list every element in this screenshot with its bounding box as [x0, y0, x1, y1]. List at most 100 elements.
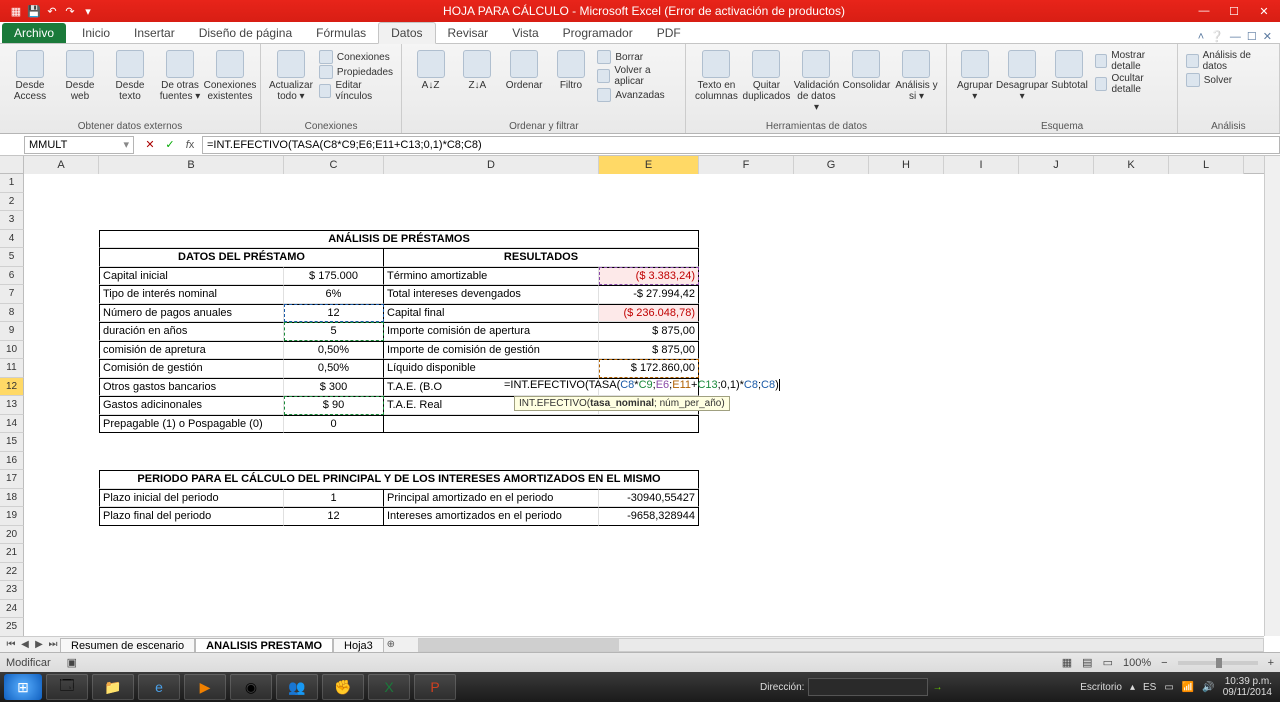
redo-icon[interactable]: ↷ — [62, 3, 78, 19]
ribbon-small-button[interactable]: Ocultar detalle — [1095, 73, 1169, 95]
cell[interactable]: Comisión de gestión — [99, 359, 284, 378]
sheet-tab[interactable]: Resumen de escenario — [60, 638, 195, 653]
cell[interactable]: 12 — [284, 304, 384, 323]
ribbon-button[interactable]: Consolidar — [844, 46, 888, 91]
cell[interactable]: Término amortizable — [384, 267, 599, 286]
zoom-in-icon[interactable]: + — [1268, 657, 1274, 669]
cell[interactable]: 5 — [284, 322, 384, 341]
col-header-F[interactable]: F — [699, 156, 794, 174]
undo-icon[interactable]: ↶ — [44, 3, 60, 19]
cell[interactable]: 6% — [284, 285, 384, 304]
ribbon-button[interactable]: Actualizar todo ▾ — [269, 46, 313, 102]
tab-datos[interactable]: Datos — [378, 22, 435, 44]
ribbon-button[interactable]: Desagrupar ▾ — [1000, 46, 1044, 102]
maximize-button[interactable]: ☐ — [1222, 5, 1246, 18]
row-header-8[interactable]: 8 — [0, 304, 24, 323]
row-header-12[interactable]: 12 — [0, 378, 24, 397]
cell[interactable]: Importe de comisión de gestión — [384, 341, 599, 360]
row-header-5[interactable]: 5 — [0, 248, 24, 267]
file-tab[interactable]: Archivo — [2, 23, 66, 43]
row-header-1[interactable]: 1 — [0, 174, 24, 193]
direction-go-icon[interactable]: → — [932, 682, 942, 693]
cell[interactable]: Gastos adicinonales — [99, 396, 284, 415]
window-restore-icon[interactable]: ☐ — [1247, 30, 1257, 43]
taskbar-chrome[interactable]: ◉ — [230, 674, 272, 700]
row-header-20[interactable]: 20 — [0, 526, 24, 545]
name-box[interactable]: MMULT ▾ — [24, 136, 134, 154]
cell[interactable]: ANÁLISIS DE PRÉSTAMOS — [99, 230, 699, 249]
cell[interactable]: RESULTADOS — [384, 248, 699, 267]
close-button[interactable]: ✕ — [1252, 5, 1276, 18]
ribbon-small-button[interactable]: Conexiones — [319, 50, 393, 64]
col-header-B[interactable]: B — [99, 156, 284, 174]
start-button[interactable]: ⊞ — [4, 674, 42, 700]
sheet-nav-next-icon[interactable]: ▶ — [32, 639, 46, 650]
taskbar-excel[interactable]: X — [368, 674, 410, 700]
ribbon-button[interactable]: Quitar duplicados — [744, 46, 788, 102]
row-header-14[interactable]: 14 — [0, 415, 24, 434]
new-sheet-icon[interactable]: ⊕ — [384, 639, 398, 650]
cell[interactable]: $ 300 — [284, 378, 384, 397]
cell[interactable]: Líquido disponible — [384, 359, 599, 378]
taskbar-app-7[interactable]: ✊ — [322, 674, 364, 700]
tray-expand-icon[interactable]: ▴ — [1130, 682, 1135, 693]
col-header-L[interactable]: L — [1169, 156, 1244, 174]
ribbon-button[interactable]: Análisis y si ▾ — [894, 46, 938, 102]
row-header-22[interactable]: 22 — [0, 563, 24, 582]
row-header-25[interactable]: 25 — [0, 618, 24, 637]
horizontal-scrollbar[interactable] — [418, 638, 1264, 652]
col-header-G[interactable]: G — [794, 156, 869, 174]
row-header-10[interactable]: 10 — [0, 341, 24, 360]
cell[interactable]: ($ 3.383,24) — [599, 267, 699, 286]
cell[interactable]: Capital final — [384, 304, 599, 323]
cell[interactable]: Capital inicial — [99, 267, 284, 286]
row-header-6[interactable]: 6 — [0, 267, 24, 286]
cell[interactable]: $ 875,00 — [599, 322, 699, 341]
row-header-2[interactable]: 2 — [0, 193, 24, 212]
cell[interactable]: -$ 27.994,42 — [599, 285, 699, 304]
tab-revisar[interactable]: Revisar — [436, 23, 501, 43]
ribbon-button[interactable]: Ordenar — [504, 46, 545, 91]
ribbon-small-button[interactable]: Propiedades — [319, 65, 393, 79]
row-header-4[interactable]: 4 — [0, 230, 24, 249]
cell[interactable]: duración en años — [99, 322, 284, 341]
inline-formula[interactable]: =INT.EFECTIVO(TASA(C8*C9;E6;E11+C13;0,1)… — [504, 379, 780, 391]
minimize-button[interactable]: — — [1192, 5, 1216, 18]
spreadsheet-grid[interactable]: ABCDEFGHIJKL 123456789101112131415161718… — [0, 156, 1280, 652]
ribbon-small-button[interactable]: Avanzadas — [597, 88, 677, 102]
cell[interactable]: comisión de apretura — [99, 341, 284, 360]
cell[interactable]: 0 — [284, 415, 384, 434]
ribbon-button[interactable]: Conexiones existentes — [208, 46, 252, 102]
cell[interactable]: Plazo final del periodo — [99, 507, 284, 526]
tab-diseño-de-página[interactable]: Diseño de página — [187, 23, 304, 43]
ribbon-button[interactable]: Z↓A — [457, 46, 498, 91]
ribbon-small-button[interactable]: Volver a aplicar — [597, 65, 677, 87]
taskbar-app-1[interactable]: 🗔 — [46, 674, 88, 700]
col-header-D[interactable]: D — [384, 156, 599, 174]
tab-vista[interactable]: Vista — [500, 23, 550, 43]
taskbar-wmp[interactable]: ▶ — [184, 674, 226, 700]
cell[interactable]: 1 — [284, 489, 384, 508]
tab-programador[interactable]: Programador — [551, 23, 645, 43]
ribbon-small-button[interactable]: Análisis de datos — [1186, 50, 1271, 72]
col-header-C[interactable]: C — [284, 156, 384, 174]
row-header-11[interactable]: 11 — [0, 359, 24, 378]
row-header-3[interactable]: 3 — [0, 211, 24, 230]
tray-clock[interactable]: 10:39 p.m. 09/11/2014 — [1223, 676, 1276, 698]
tab-pdf[interactable]: PDF — [645, 23, 693, 43]
cell[interactable]: $ 175.000 — [284, 267, 384, 286]
row-header-17[interactable]: 17 — [0, 470, 24, 489]
row-header-16[interactable]: 16 — [0, 452, 24, 471]
row-header-18[interactable]: 18 — [0, 489, 24, 508]
window-min-icon[interactable]: — — [1230, 31, 1241, 43]
view-layout-icon[interactable]: ▤ — [1082, 656, 1092, 669]
save-icon[interactable]: 💾 — [26, 3, 42, 19]
direction-input[interactable] — [808, 678, 928, 696]
zoom-out-icon[interactable]: − — [1161, 657, 1167, 669]
col-header-I[interactable]: I — [944, 156, 1019, 174]
cell[interactable] — [384, 415, 699, 434]
view-break-icon[interactable]: ▭ — [1103, 656, 1113, 669]
row-header-13[interactable]: 13 — [0, 396, 24, 415]
ribbon-button[interactable]: Agrupar ▾ — [955, 46, 994, 102]
sheet-nav-first-icon[interactable]: ⏮ — [4, 639, 18, 650]
